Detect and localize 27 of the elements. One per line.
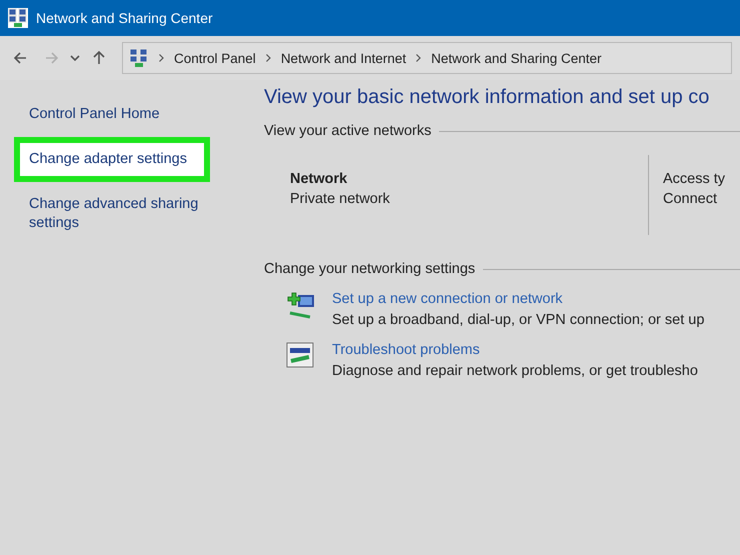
troubleshoot-icon xyxy=(286,342,314,368)
network-detail-label: Access ty xyxy=(663,171,726,187)
breadcrumb-item[interactable]: Control Panel xyxy=(174,50,256,66)
chevron-down-icon xyxy=(70,55,80,61)
section-heading: Change your networking settings xyxy=(264,261,740,277)
task-description: Set up a broadband, dial-up, or VPN connection; or set up xyxy=(332,312,704,328)
breadcrumb-item[interactable]: Network and Internet xyxy=(280,50,406,66)
network-name: Network xyxy=(290,171,348,187)
network-detail-label: Connect xyxy=(663,191,718,207)
recent-button[interactable] xyxy=(68,53,82,63)
window-title: Network and Sharing Center xyxy=(36,10,213,26)
task-description: Diagnose and repair network problems, or get troublesho xyxy=(332,363,698,379)
task-link[interactable]: Troubleshoot problems xyxy=(332,342,698,358)
network-icon xyxy=(8,8,28,28)
page-heading: View your basic network information and set up co xyxy=(264,86,710,109)
chevron-right-icon xyxy=(266,54,271,62)
sidebar-link[interactable]: Change adapter settings xyxy=(14,137,210,182)
network-type: Private network xyxy=(290,191,391,207)
breadcrumb-item[interactable]: Network and Sharing Center xyxy=(431,50,602,66)
address-bar[interactable]: Control Panel Network and Internet Network and Sharing Center xyxy=(122,42,732,74)
chevron-right-icon xyxy=(416,54,422,62)
sidebar-link[interactable]: Change advanced sharing settings xyxy=(14,182,222,246)
section-heading: View your active networks xyxy=(264,123,740,139)
task-link[interactable]: Set up a new connection or network xyxy=(332,291,704,307)
network-icon xyxy=(129,48,149,68)
sidebar-link[interactable]: Control Panel Home xyxy=(14,92,222,137)
chevron-right-icon xyxy=(159,54,164,62)
